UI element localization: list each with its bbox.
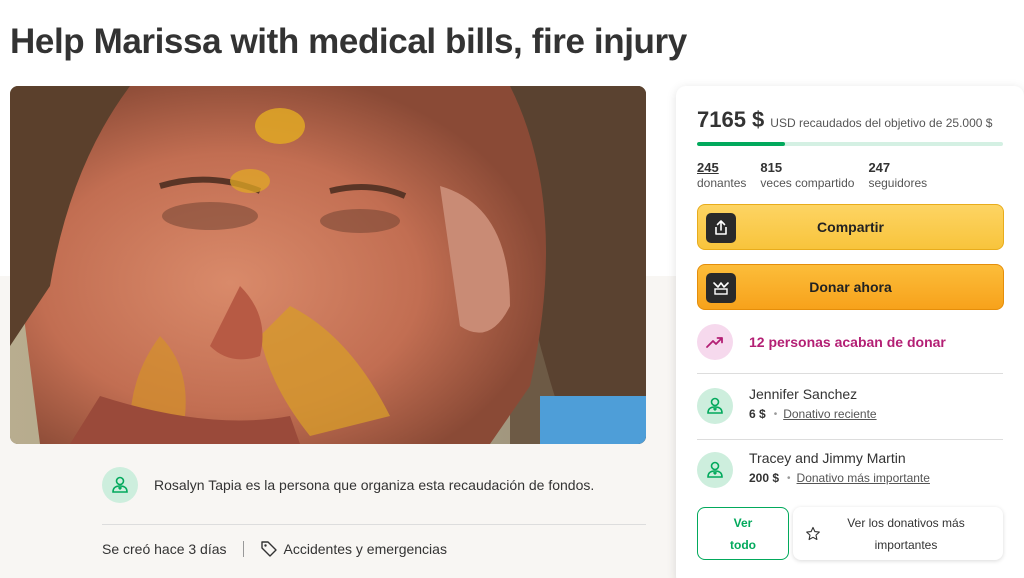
user-heart-icon <box>102 467 138 503</box>
category-link[interactable]: Accidentes y emergencias <box>260 540 447 558</box>
donor-name: Tracey and Jimmy Martin <box>749 450 906 466</box>
fundraiser-page: Help Marissa with medical bills, fire in… <box>0 0 1024 578</box>
campaign-photo-image <box>10 86 646 444</box>
user-heart-icon <box>697 388 733 424</box>
organizer-row: Rosalyn Tapia es la persona que organiza… <box>102 465 646 505</box>
created-date: Se creó hace 3 días <box>102 541 227 557</box>
divider <box>697 373 1003 374</box>
raised-amount: 7165 $ <box>697 107 765 132</box>
campaign-meta: Se creó hace 3 días Accidentes y emergen… <box>102 540 447 558</box>
donate-button[interactable]: Donar ahora <box>697 264 1004 310</box>
trending-row: 12 personas acaban de donar <box>697 324 946 360</box>
trending-up-icon <box>697 324 733 360</box>
page-title: Help Marissa with medical bills, fire in… <box>10 22 687 61</box>
top-donations-button[interactable]: Ver los donativos más importantes <box>793 507 1003 560</box>
donor-item: Tracey and Jimmy Martin 200 $ • Donativo… <box>697 450 930 488</box>
tag-icon <box>260 541 277 557</box>
donate-button-label: Donar ahora <box>809 279 892 295</box>
user-heart-icon <box>697 452 733 488</box>
divider <box>102 524 646 525</box>
top-donations-label-line1: Ver los donativos más <box>847 515 965 530</box>
raised-summary: 7165 $ USD recaudados del objetivo de 25… <box>697 107 992 133</box>
category-label: Accidentes y emergencias <box>283 541 447 557</box>
share-button-label: Compartir <box>817 219 884 235</box>
see-all-label-line1: Ver <box>733 515 753 530</box>
donor-tag-link[interactable]: Donativo más importante <box>797 471 930 485</box>
donor-amount: 200 $ <box>749 471 780 485</box>
progress-bar <box>697 142 1003 146</box>
meta-separator <box>242 541 244 557</box>
donor-tag-link[interactable]: Donativo reciente <box>783 407 876 421</box>
trending-text: 12 personas acaban de donar <box>749 334 946 350</box>
stat-donors[interactable]: 245 donantes <box>697 160 746 190</box>
stat-shares: 815 veces compartido <box>760 160 854 190</box>
donor-name: Jennifer Sanchez <box>749 386 858 402</box>
star-icon <box>806 526 820 540</box>
organizer-text: Rosalyn Tapia es la persona que organiza… <box>154 477 595 493</box>
divider <box>697 439 1003 440</box>
top-donations-label-line2: importantes <box>874 537 938 552</box>
stat-followers: 247 seguidores <box>868 160 927 190</box>
donor-item: Jennifer Sanchez 6 $ • Donativo reciente <box>697 386 877 424</box>
stats-row: 245 donantes 815 veces compartido 247 se… <box>697 160 941 190</box>
donation-panel: 7165 $ USD recaudados del objetivo de 25… <box>676 86 1024 578</box>
goal-text: USD recaudados del objetivo de 25.000 $ <box>770 116 993 130</box>
stat-donors-number: 245 <box>697 160 719 175</box>
progress-bar-fill <box>697 142 785 146</box>
gofundme-logo-icon <box>706 273 736 303</box>
stat-donors-label: donantes <box>697 176 747 190</box>
separator-dot: • <box>773 408 778 420</box>
stat-shares-number: 815 <box>760 160 783 175</box>
stat-followers-number: 247 <box>868 160 891 175</box>
donor-amount: 6 $ <box>749 407 766 421</box>
share-button[interactable]: Compartir <box>697 204 1004 250</box>
share-icon <box>706 213 736 243</box>
stat-shares-label: veces compartido <box>760 176 855 190</box>
campaign-photo[interactable] <box>10 86 646 444</box>
see-all-button[interactable]: Ver todo <box>697 507 789 560</box>
separator-dot: • <box>787 472 791 484</box>
see-all-label-line2: todo <box>730 537 756 552</box>
stat-followers-label: seguidores <box>868 176 928 190</box>
